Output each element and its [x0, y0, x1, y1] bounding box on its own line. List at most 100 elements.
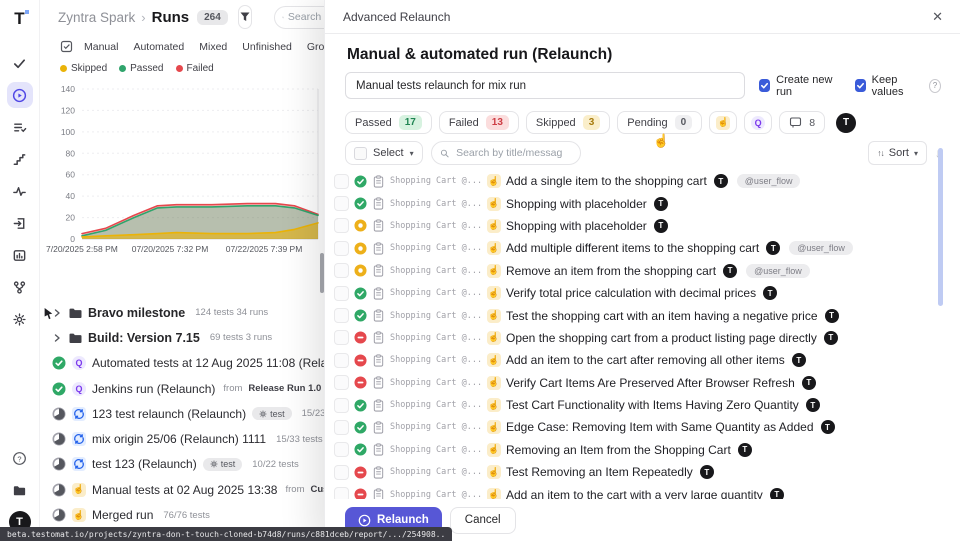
tab-unfinished[interactable]: Unfinished: [242, 41, 292, 53]
manual-tests-filter-chip[interactable]: ☝: [709, 111, 737, 134]
tab-mixed[interactable]: Mixed: [199, 41, 227, 53]
rail-item-branch-icon[interactable]: [7, 274, 33, 300]
failed-filter-chip[interactable]: Failed 13: [439, 111, 519, 134]
test-row[interactable]: Shopping Cart @...☝Remove an item from t…: [334, 260, 941, 282]
row-checkbox[interactable]: [334, 286, 349, 301]
test-title[interactable]: Removing an Item from the Shopping Cart: [506, 443, 731, 457]
select-all-checkbox[interactable]: [354, 147, 367, 160]
create-new-run-checkbox[interactable]: Create new run: [759, 74, 841, 98]
row-checkbox[interactable]: [334, 442, 349, 457]
test-title[interactable]: Shopping with placeholder: [506, 219, 647, 233]
filter-button[interactable]: [238, 5, 252, 29]
chevron-right-icon[interactable]: [52, 333, 62, 343]
cancel-button[interactable]: Cancel: [450, 507, 516, 534]
tree-row-label[interactable]: Jenkins run (Relaunch): [92, 382, 215, 396]
test-title[interactable]: Test the shopping cart with an item havi…: [506, 309, 818, 323]
run-name-input[interactable]: [345, 72, 745, 99]
checkbox-checked-icon[interactable]: [759, 79, 770, 92]
row-checkbox[interactable]: [334, 218, 349, 233]
test-row[interactable]: Shopping Cart @...☝Test the shopping car…: [334, 304, 941, 326]
test-title[interactable]: Remove an item from the shopping cart: [506, 264, 716, 278]
test-row[interactable]: Shopping Cart @...☝Edge Case: Removing I…: [334, 416, 941, 438]
test-title[interactable]: Add multiple different items to the shop…: [506, 241, 759, 255]
test-row[interactable]: Shopping Cart @...☝Test Removing an Item…: [334, 461, 941, 483]
test-row[interactable]: Shopping Cart @...☝Verify Cart Items Are…: [334, 372, 941, 394]
test-title[interactable]: Open the shopping cart from a product li…: [506, 331, 817, 345]
row-checkbox[interactable]: [334, 398, 349, 413]
test-title[interactable]: Verify total price calculation with deci…: [506, 286, 756, 300]
tag-chip[interactable]: @user_flow: [789, 241, 853, 255]
test-title[interactable]: Add a single item to the shopping cart: [506, 174, 707, 188]
row-checkbox[interactable]: [334, 375, 349, 390]
rail-item-import-icon[interactable]: [7, 210, 33, 236]
tree-run-row[interactable]: ☝Manual tests at 02 Aug 2025 13:38fromCu…: [40, 477, 324, 502]
test-title[interactable]: Shopping with placeholder: [506, 197, 647, 211]
legend-item-passed[interactable]: Passed: [119, 63, 163, 74]
help-icon[interactable]: ?: [7, 445, 33, 471]
projects-folder-icon[interactable]: [7, 477, 33, 503]
skipped-filter-chip[interactable]: Skipped 3: [526, 111, 610, 134]
rail-item-tasks-icon[interactable]: [7, 114, 33, 140]
checkbox-checked-icon[interactable]: [855, 79, 866, 92]
legend-item-failed[interactable]: Failed: [176, 63, 214, 74]
row-checkbox[interactable]: [334, 353, 349, 368]
tree-row-label[interactable]: 123 test relaunch (Relaunch): [92, 407, 246, 421]
tag-chip[interactable]: @user_flow: [737, 174, 801, 188]
test-row[interactable]: Shopping Cart @...☝Shopping with placeho…: [334, 192, 941, 214]
rail-item-check-icon[interactable]: [7, 50, 33, 76]
row-checkbox[interactable]: [334, 263, 349, 278]
rail-item-runs-icon[interactable]: [7, 82, 33, 108]
test-row[interactable]: Shopping Cart @...☝Add multiple differen…: [334, 237, 941, 259]
sort-dropdown[interactable]: ↑↓ Sort ▾: [868, 141, 927, 165]
tree-row-label[interactable]: mix origin 25/06 (Relaunch) 1111: [92, 432, 266, 446]
test-row[interactable]: Shopping Cart @...☝Open the shopping car…: [334, 327, 941, 349]
app-logo[interactable]: T: [14, 6, 24, 32]
rail-item-pulse-icon[interactable]: [7, 178, 33, 204]
row-checkbox[interactable]: [334, 174, 349, 189]
row-checkbox[interactable]: [334, 241, 349, 256]
tree-row-label[interactable]: Manual tests at 02 Aug 2025 13:38: [92, 483, 277, 497]
list-scrollbar-thumb[interactable]: [938, 148, 943, 306]
row-checkbox[interactable]: [334, 420, 349, 435]
breadcrumb-project[interactable]: Zyntra Spark: [58, 10, 135, 25]
row-checkbox[interactable]: [334, 465, 349, 480]
tree-run-row[interactable]: QAutomated tests at 12 Aug 2025 11:08 (R…: [40, 351, 324, 376]
tree-row-label[interactable]: Build: Version 7.15: [88, 331, 200, 345]
tree-run-row[interactable]: 123 test relaunch (Relaunch)test15/23 te…: [40, 401, 324, 426]
passed-filter-chip[interactable]: Passed 17: [345, 111, 432, 134]
tree-folder-row[interactable]: Bravo milestone124 tests 34 runs: [40, 300, 324, 325]
test-search[interactable]: [431, 141, 581, 165]
tab-groups[interactable]: Groups: [307, 41, 324, 53]
automated-tests-filter-chip[interactable]: Q: [744, 111, 772, 134]
test-title[interactable]: Add an item to the cart after removing a…: [506, 353, 785, 367]
runs-search-input[interactable]: Search [C ✕: [274, 6, 324, 29]
test-title[interactable]: Edge Case: Removing Item with Same Quant…: [506, 420, 814, 434]
select-dropdown[interactable]: Select ▾: [345, 141, 423, 165]
comments-filter-chip[interactable]: 8: [779, 111, 825, 134]
tree-row-label[interactable]: Automated tests at 12 Aug 2025 11:08 (Re…: [92, 356, 324, 370]
rail-item-report-icon[interactable]: [7, 242, 33, 268]
row-checkbox[interactable]: [334, 196, 349, 211]
row-checkbox[interactable]: [334, 308, 349, 323]
test-row[interactable]: Shopping Cart @...☝Verify total price ca…: [334, 282, 941, 304]
keep-values-checkbox[interactable]: Keep values ?: [855, 74, 941, 98]
legend-item-skipped[interactable]: Skipped: [60, 63, 107, 74]
test-search-input[interactable]: [454, 146, 572, 160]
pending-filter-chip[interactable]: Pending 0: [617, 111, 702, 134]
runs-select-icon[interactable]: [60, 40, 73, 53]
test-title[interactable]: Test Cart Functionality with Items Havin…: [506, 398, 799, 412]
rail-item-settings-gear-icon[interactable]: [7, 306, 33, 332]
tree-run-row[interactable]: mix origin 25/06 (Relaunch) 111115/33 te…: [40, 426, 324, 451]
tag-chip[interactable]: @user_flow: [746, 264, 810, 278]
help-circle-icon[interactable]: ?: [929, 79, 941, 93]
close-icon[interactable]: ✕: [932, 9, 943, 25]
tab-automated[interactable]: Automated: [133, 41, 184, 53]
test-title[interactable]: Test Removing an Item Repeatedly: [506, 465, 693, 479]
test-row[interactable]: Shopping Cart @...☝Test Cart Functionali…: [334, 394, 941, 416]
test-title[interactable]: Verify Cart Items Are Preserved After Br…: [506, 376, 795, 390]
assignee-filter-avatar[interactable]: T: [836, 113, 856, 133]
tree-run-row[interactable]: QJenkins run (Relaunch)fromRelease Run 1…: [40, 376, 324, 401]
test-row[interactable]: Shopping Cart @...☝Add an item to the ca…: [334, 349, 941, 371]
rail-item-steps-icon[interactable]: [7, 146, 33, 172]
tree-row-label[interactable]: Merged run: [92, 508, 153, 522]
